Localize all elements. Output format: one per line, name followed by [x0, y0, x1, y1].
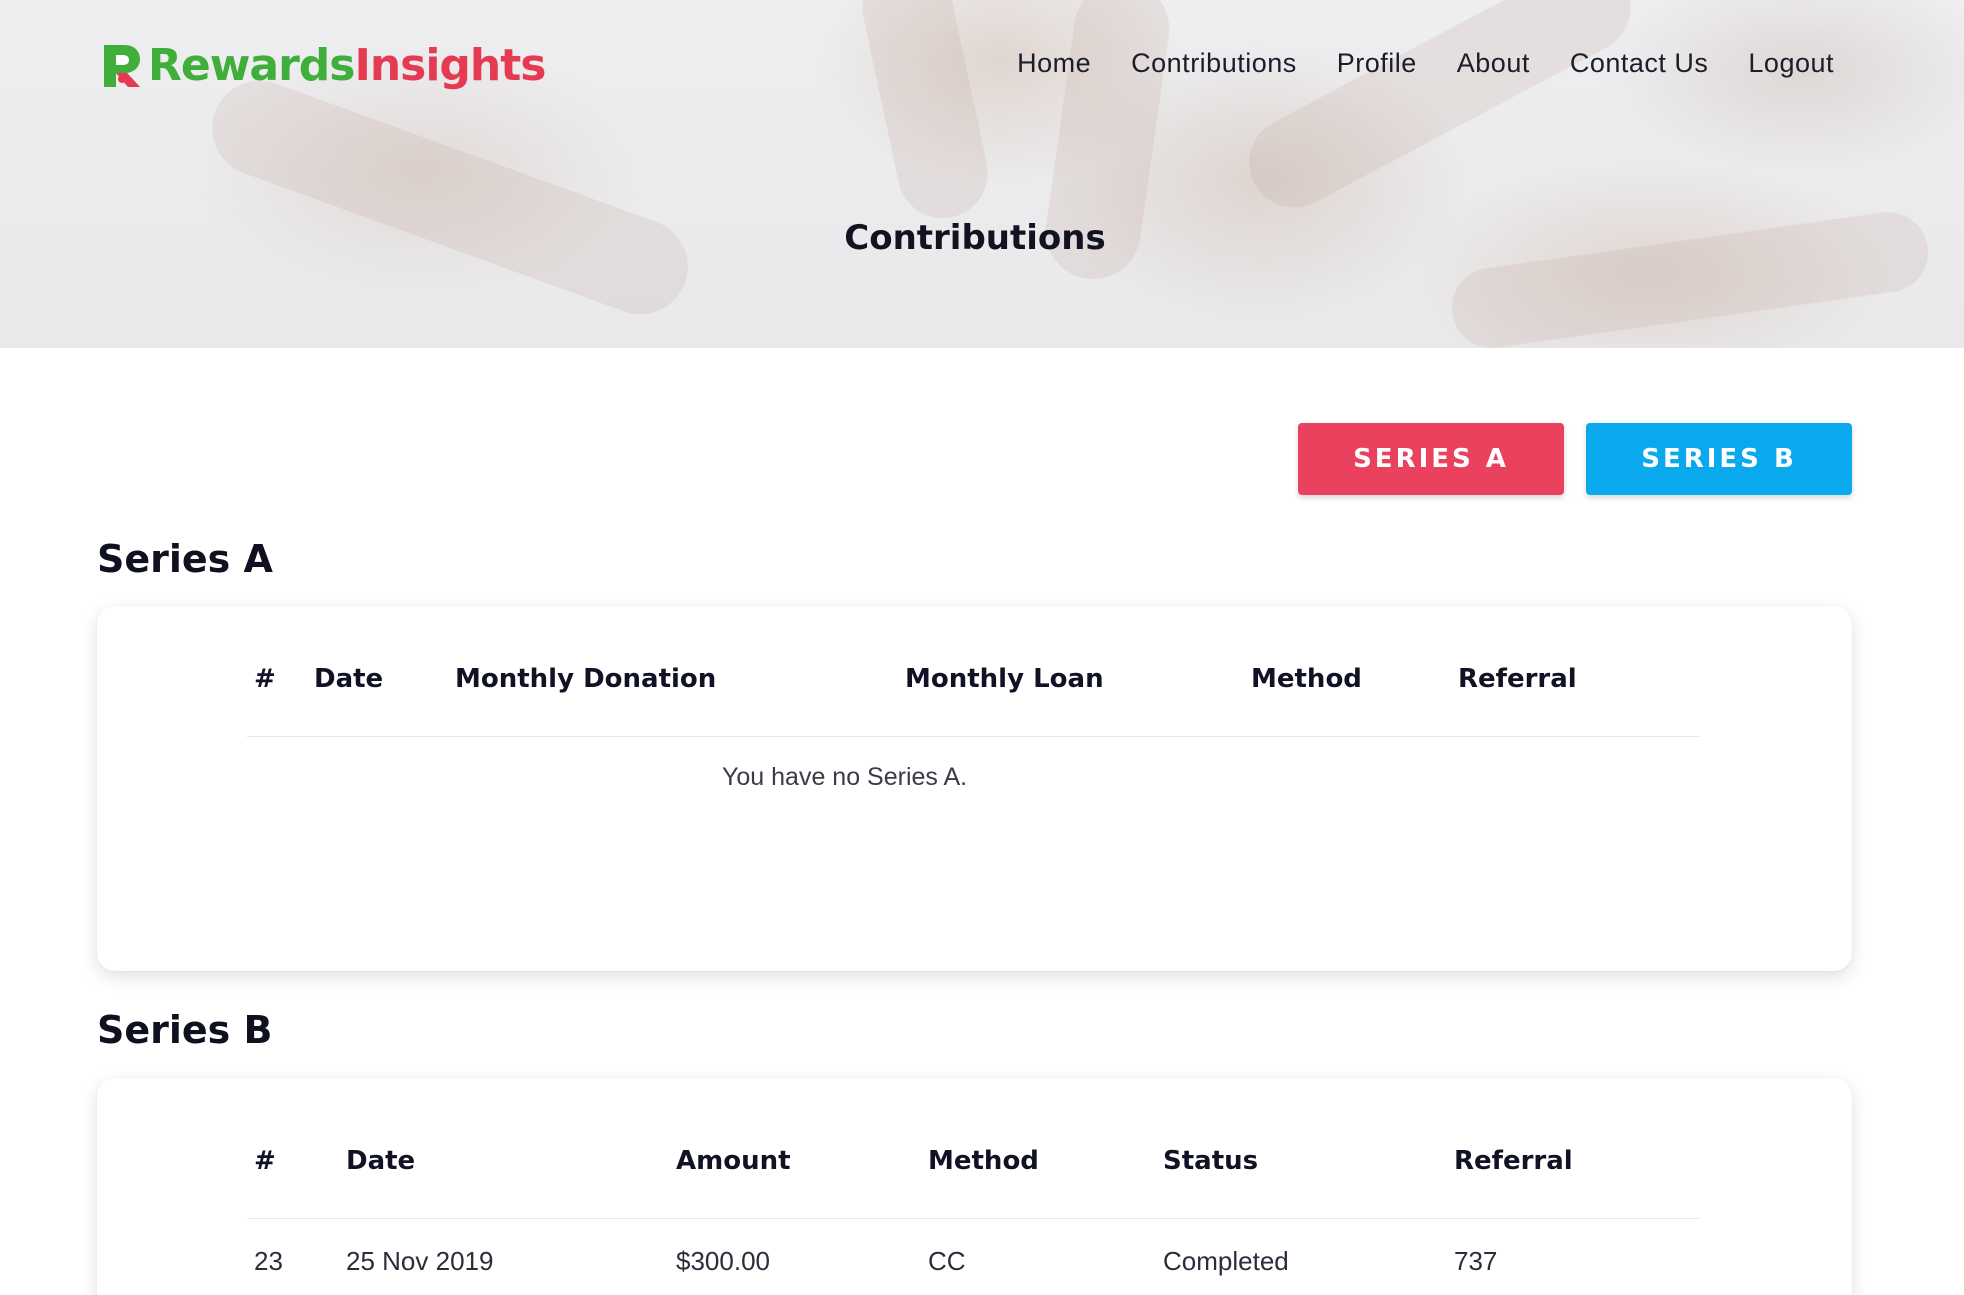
nav-logout[interactable]: Logout [1748, 48, 1834, 79]
series-a-empty-message: You have no Series A. [722, 763, 968, 791]
row-amount: $300.00 [676, 1246, 770, 1276]
series-a-col-date: Date [314, 664, 384, 694]
brand-logo[interactable]: RewardsInsights [100, 40, 546, 91]
series-a-col-referral: Referral [1458, 664, 1577, 694]
hero-background-shape [198, 67, 702, 328]
series-a-col-monthly-donation: Monthly Donation [455, 664, 717, 694]
logo-r-icon [104, 44, 140, 87]
brand-name: RewardsInsights [148, 40, 546, 91]
series-a-heading: Series A [97, 537, 273, 581]
row-status: Completed [1163, 1246, 1289, 1276]
row-method: CC [928, 1246, 966, 1276]
series-b-col-referral: Referral [1454, 1146, 1573, 1176]
nav-profile[interactable]: Profile [1337, 48, 1417, 79]
series-b-col-number: # [254, 1146, 276, 1176]
row-referral: 737 [1454, 1246, 1498, 1276]
main-nav: Home Contributions Profile About Contact… [1017, 48, 1834, 79]
series-b-col-amount: Amount [676, 1146, 791, 1176]
nav-contact-us[interactable]: Contact Us [1570, 48, 1709, 79]
page-title: Contributions [844, 218, 1106, 258]
row-date: 25 Nov 2019 [346, 1246, 494, 1276]
series-a-col-number: # [254, 664, 276, 694]
nav-about[interactable]: About [1457, 48, 1530, 79]
series-a-col-monthly-loan: Monthly Loan [905, 664, 1104, 694]
series-b-heading: Series B [97, 1008, 273, 1052]
series-b-col-method: Method [928, 1146, 1039, 1176]
hero-banner: RewardsInsights Home Contributions Profi… [0, 0, 1964, 354]
series-a-col-method: Method [1251, 664, 1362, 694]
series-b-col-status: Status [1163, 1146, 1259, 1176]
nav-home[interactable]: Home [1017, 48, 1091, 79]
table-divider [247, 1218, 1699, 1219]
nav-contributions[interactable]: Contributions [1131, 48, 1297, 79]
series-b-button[interactable]: SERIES B [1586, 423, 1852, 495]
series-a-button[interactable]: SERIES A [1298, 423, 1564, 495]
hero-background-shape [853, 0, 997, 227]
series-a-table-card: # Date Monthly Donation Monthly Loan Met… [97, 606, 1852, 971]
hero-background-shape [1233, 0, 1647, 224]
series-b-col-date: Date [346, 1146, 416, 1176]
table-divider [247, 736, 1699, 737]
row-number: 23 [254, 1246, 283, 1276]
series-b-table-card: # Date Amount Method Status Referral 23 … [97, 1078, 1852, 1295]
